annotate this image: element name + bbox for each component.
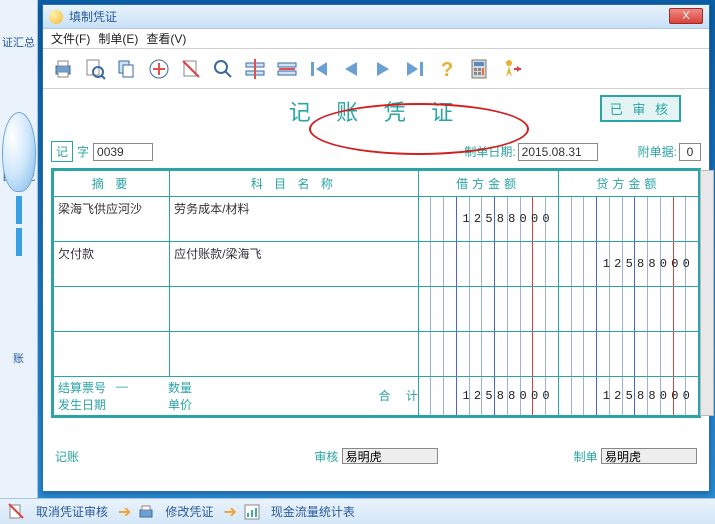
header-credit: 贷方金额 xyxy=(558,171,698,197)
debit-cell[interactable] xyxy=(418,287,558,332)
table-header-row: 摘 要 科 目 名 称 借方金额 贷方金额 xyxy=(54,171,699,197)
left-item-1[interactable]: 证汇总 xyxy=(0,30,37,54)
prev-icon[interactable] xyxy=(337,55,365,83)
menu-view[interactable]: 查看(V) xyxy=(146,30,186,47)
voucher-type[interactable]: 记 xyxy=(51,141,73,162)
delete-row-icon[interactable] xyxy=(273,55,301,83)
voucher-window: 填制凭证 X 文件(F) 制单(E) 查看(V) ? 记 账 凭 证 已 审 核… xyxy=(42,4,710,492)
help-icon[interactable]: ? xyxy=(433,55,461,83)
attachment-label: 附单据: xyxy=(638,143,677,160)
zi-label: 字 xyxy=(77,143,89,160)
close-button[interactable]: X xyxy=(669,8,703,24)
post-label: 记账 xyxy=(55,448,79,465)
table-row[interactable] xyxy=(54,287,699,332)
bottom-bar: 记账 审核 制单 xyxy=(43,445,709,467)
table-row[interactable] xyxy=(54,332,699,377)
toolbar: ? xyxy=(43,49,709,89)
left-sidebar: 证汇总 目核凭 账 xyxy=(0,0,38,524)
add-icon[interactable] xyxy=(145,55,173,83)
modify-icon[interactable] xyxy=(137,503,155,521)
window-title: 填制凭证 xyxy=(69,8,117,25)
debit-cell[interactable]: 12588000 xyxy=(418,197,558,242)
voucher-number-input[interactable] xyxy=(93,143,153,161)
titlebar[interactable]: 填制凭证 X xyxy=(43,5,709,29)
exit-icon[interactable] xyxy=(497,55,525,83)
dash-2 xyxy=(16,228,22,256)
summary-cell[interactable]: 梁海飞供应河沙 xyxy=(54,197,170,242)
credit-cell[interactable] xyxy=(558,287,698,332)
debit-total: 12588000 xyxy=(463,389,554,403)
credit-cell[interactable] xyxy=(558,197,698,242)
maker-label: 制单 xyxy=(574,448,598,465)
insert-row-icon[interactable] xyxy=(241,55,269,83)
arrow-icon-2: ➔ xyxy=(223,502,232,522)
modify-label[interactable]: 修改凭证 xyxy=(165,503,213,520)
app-icon xyxy=(49,10,63,24)
header-debit: 借方金额 xyxy=(418,171,558,197)
menubar: 文件(F) 制单(E) 查看(V) xyxy=(43,29,709,49)
audit-label: 审核 xyxy=(314,448,338,465)
credit-total-cell: 12588000 xyxy=(558,377,698,416)
auditor-input[interactable] xyxy=(342,448,438,464)
price-label: 单价 xyxy=(168,396,192,413)
table-footer-row: 结算票号— 数量 发生日期 单价 合 计12588000 12588000 xyxy=(54,377,699,416)
debit-cell[interactable] xyxy=(418,332,558,377)
subject-cell[interactable] xyxy=(170,287,418,332)
credit-total: 12588000 xyxy=(603,389,694,403)
dash-1 xyxy=(16,196,22,224)
voucher-grid: 摘 要 科 目 名 称 借方金额 贷方金额 梁海飞供应河沙劳务成本/材料1258… xyxy=(51,168,701,418)
last-icon[interactable] xyxy=(401,55,429,83)
svg-text:?: ? xyxy=(441,59,453,81)
debit-cell[interactable] xyxy=(418,242,558,287)
next-icon[interactable] xyxy=(369,55,397,83)
delete-icon[interactable] xyxy=(177,55,205,83)
total-label: 合 计12588000 xyxy=(418,377,558,416)
summary-cell[interactable] xyxy=(54,332,170,377)
subject-cell[interactable]: 应付账款/梁海飞 xyxy=(170,242,418,287)
table-row[interactable]: 梁海飞供应河沙劳务成本/材料12588000 xyxy=(54,197,699,242)
footer-left-cell: 结算票号— 数量 发生日期 单价 xyxy=(54,377,419,416)
cancel-audit-icon[interactable] xyxy=(8,503,26,521)
date-label: 制单日期: xyxy=(464,143,515,160)
date-input[interactable] xyxy=(518,143,598,161)
attachment-input[interactable] xyxy=(679,143,701,161)
glossy-orb xyxy=(2,112,36,192)
calculator-icon[interactable] xyxy=(465,55,493,83)
qty-label: 数量 xyxy=(168,379,192,396)
vertical-scrollbar[interactable] xyxy=(700,170,714,416)
print-icon[interactable] xyxy=(49,55,77,83)
occur-date-label: 发生日期 xyxy=(58,396,116,413)
cashflow-label[interactable]: 现金流量统计表 xyxy=(271,503,355,520)
content-area: 记 账 凭 证 已 审 核 记 字 制单日期: 附单据: 摘 要 科 xyxy=(43,89,709,469)
status-bar: 取消凭证审核 ➔ 修改凭证 ➔ 现金流量统计表 xyxy=(0,498,715,524)
header-summary: 摘 要 xyxy=(54,171,170,197)
subject-cell[interactable]: 劳务成本/材料 xyxy=(170,197,418,242)
credit-cell[interactable] xyxy=(558,332,698,377)
approved-stamp: 已 审 核 xyxy=(600,95,681,122)
subject-cell[interactable] xyxy=(170,332,418,377)
table-row[interactable]: 欠付款应付账款/梁海飞 12588000 xyxy=(54,242,699,287)
header-subject: 科 目 名 称 xyxy=(170,171,418,197)
find-icon[interactable] xyxy=(209,55,237,83)
preview-icon[interactable] xyxy=(81,55,109,83)
arrow-icon: ➔ xyxy=(118,502,127,522)
left-item-3[interactable]: 账 xyxy=(0,346,37,370)
menu-make[interactable]: 制单(E) xyxy=(98,30,138,47)
ticket-label: 结算票号 xyxy=(58,379,116,396)
maker-input[interactable] xyxy=(601,448,697,464)
first-icon[interactable] xyxy=(305,55,333,83)
voucher-header-row: 记 字 制单日期: 附单据: xyxy=(51,141,701,162)
summary-cell[interactable]: 欠付款 xyxy=(54,242,170,287)
cancel-audit-label[interactable]: 取消凭证审核 xyxy=(36,503,108,520)
summary-cell[interactable] xyxy=(54,287,170,332)
copy-icon[interactable] xyxy=(113,55,141,83)
credit-cell[interactable]: 12588000 xyxy=(558,242,698,287)
menu-file[interactable]: 文件(F) xyxy=(51,30,90,47)
cashflow-icon[interactable] xyxy=(243,503,261,521)
ticket-value: — xyxy=(116,379,128,396)
